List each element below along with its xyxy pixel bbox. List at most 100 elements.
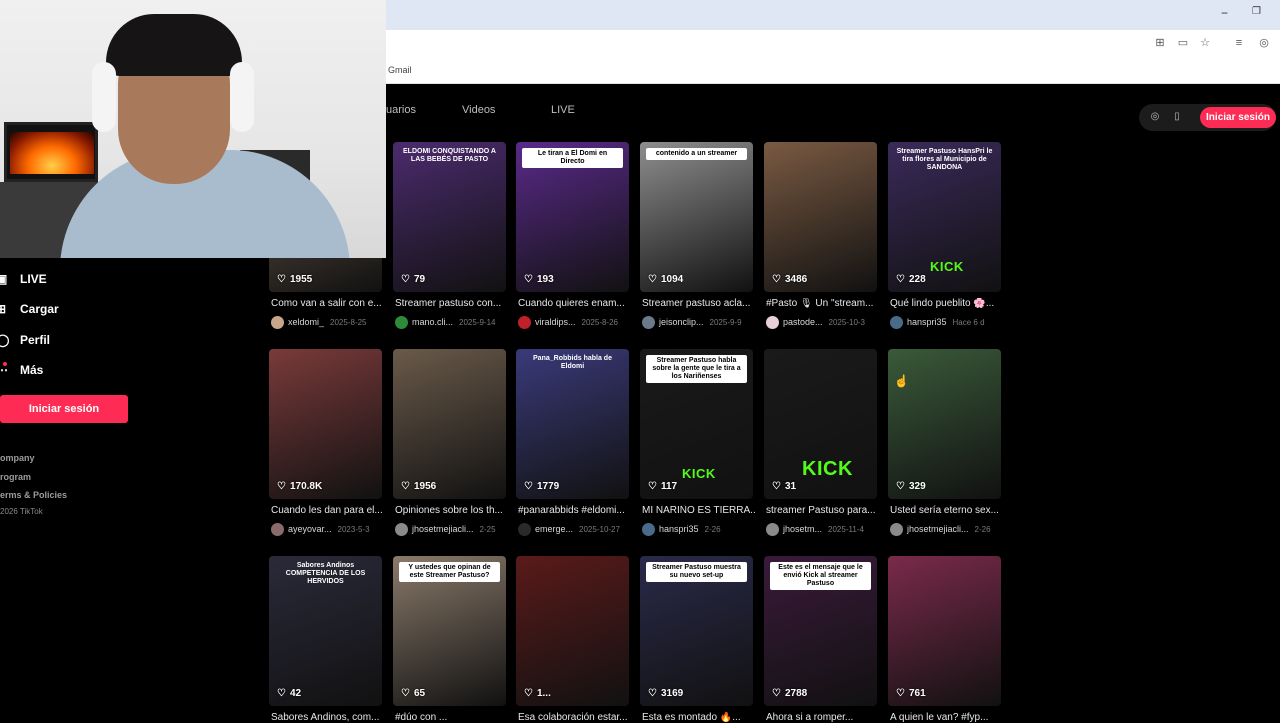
avatar[interactable]: [890, 522, 903, 536]
coin-icon[interactable]: ◎: [1148, 110, 1162, 124]
thumbnail-caption: Le tiran a El Domi en Directo: [522, 148, 623, 169]
video-title[interactable]: Como van a salir con e...: [271, 298, 384, 309]
sidebar-item-label: Más: [20, 363, 44, 377]
video-thumbnail[interactable]: [888, 556, 1001, 706]
video-thumbnail[interactable]: [393, 349, 506, 499]
like-value: 1956: [413, 481, 437, 492]
sidebar-item-live[interactable]: ▣ LIVE: [0, 269, 47, 289]
avatar[interactable]: [766, 315, 779, 329]
video-title[interactable]: Cuando les dan para el...: [271, 505, 384, 516]
video-title[interactable]: MI NARIÑO ES TIERRA...: [642, 505, 755, 516]
video-title[interactable]: Esta es montado 🔥...: [642, 712, 755, 723]
avatar[interactable]: [518, 315, 531, 329]
video-thumbnail[interactable]: [764, 142, 877, 292]
like-count: ♡ 3486: [772, 274, 807, 285]
avatar[interactable]: [518, 522, 531, 536]
video-thumbnail[interactable]: Streamer Pastuso habla sobre la gente qu…: [640, 349, 753, 499]
translate-icon[interactable]: ⊞: [1153, 36, 1167, 50]
sidebar-item-upload[interactable]: ⊞ Cargar: [0, 299, 59, 319]
video-title[interactable]: Esa colaboración estar...: [518, 712, 631, 723]
sidebar-login-button[interactable]: Iniciar sesión: [0, 395, 128, 423]
tab-users[interactable]: uarios: [386, 104, 416, 116]
footer-link-company[interactable]: ompany: [0, 453, 35, 463]
tab-videos[interactable]: Videos: [462, 104, 495, 116]
video-thumbnail[interactable]: [516, 556, 629, 706]
video-title[interactable]: #dúo con ...: [395, 712, 508, 723]
media-icon[interactable]: ≡: [1232, 36, 1246, 50]
avatar[interactable]: [642, 315, 655, 329]
video-title[interactable]: Streamer pastuso con...: [395, 298, 508, 309]
video-thumbnail[interactable]: [269, 349, 382, 499]
footer-link-terms[interactable]: erms & Policies: [0, 490, 67, 500]
cast-icon[interactable]: ▭: [1176, 36, 1190, 50]
video-thumbnail[interactable]: ELDOMI CONQUISTANDO A LAS BEBÉS DE PASTO: [393, 142, 506, 292]
author-name[interactable]: emerge...: [535, 524, 573, 534]
bookmark-gmail[interactable]: Gmail: [388, 65, 412, 75]
webcam-fireplace: [10, 132, 94, 174]
video-thumbnail[interactable]: Y ustedes que opinan de este Streamer Pa…: [393, 556, 506, 706]
video-thumbnail[interactable]: Streamer Pastuso HansPri le tira flores …: [888, 142, 1001, 292]
avatar[interactable]: [395, 315, 408, 329]
avatar[interactable]: [766, 522, 779, 536]
like-value: 1779: [536, 481, 560, 492]
video-meta: pastode... 2025-10-3: [766, 315, 879, 329]
webcam-overlay: [0, 0, 386, 258]
video-title[interactable]: Qué lindo pueblito 🌸...: [890, 298, 1003, 309]
tab-live[interactable]: LIVE: [551, 104, 575, 116]
post-date: 2025-10-3: [828, 317, 866, 327]
video-title[interactable]: Ahora si a romper...: [766, 712, 879, 723]
video-thumbnail[interactable]: Sabores Andinos COMPETENCIA DE LOS HERVI…: [269, 556, 382, 706]
footer-link-program[interactable]: rogram: [0, 472, 31, 482]
like-count: ♡ 1956: [401, 481, 436, 492]
video-title[interactable]: Streamer pastuso acla...: [642, 298, 755, 309]
author-name[interactable]: jhosetmejiacli...: [412, 524, 474, 534]
author-name[interactable]: jeisonclip...: [659, 317, 704, 327]
video-title[interactable]: streamer Pastuso para...: [766, 505, 879, 516]
bookmark-star-icon[interactable]: ☆: [1198, 36, 1212, 50]
video-title[interactable]: Sabores Andinos, com...: [271, 712, 384, 723]
heart-icon: ♡: [896, 274, 905, 285]
author-name[interactable]: hanspri35: [907, 317, 947, 327]
header-login-button[interactable]: Iniciar sesión: [1200, 107, 1276, 128]
webcam-headphone-right: [230, 62, 254, 132]
mobile-icon[interactable]: ▯: [1170, 110, 1184, 124]
video-title[interactable]: Cuando quieres enam...: [518, 298, 631, 309]
avatar[interactable]: [890, 315, 903, 329]
video-title[interactable]: A quien le van? #fyp...: [890, 712, 1003, 723]
avatar[interactable]: [271, 522, 284, 536]
author-name[interactable]: jhosetm...: [783, 524, 822, 534]
author-name[interactable]: hanspri35: [659, 524, 699, 534]
like-value: 228: [908, 274, 926, 285]
author-name[interactable]: ayeyovar...: [288, 524, 332, 534]
author-name[interactable]: mano.cli...: [412, 317, 453, 327]
video-title[interactable]: #panarabbids #eldomi...: [518, 505, 631, 516]
video-thumbnail[interactable]: Pana_Robbids habla de Eldomi: [516, 349, 629, 499]
like-value: 170.8K: [289, 481, 323, 492]
heart-icon: ♡: [401, 688, 410, 699]
restore-button[interactable]: ❐: [1252, 6, 1261, 17]
avatar[interactable]: [395, 522, 408, 536]
thumbnail-caption: Streamer Pastuso habla sobre la gente qu…: [646, 355, 747, 384]
video-thumbnail[interactable]: Le tiran a El Domi en Directo: [516, 142, 629, 292]
author-name[interactable]: jhosetmejiacli...: [907, 524, 969, 534]
video-thumbnail[interactable]: KICK: [764, 349, 877, 499]
author-name[interactable]: viraldips...: [535, 317, 576, 327]
video-title[interactable]: Opiniones sobre los th...: [395, 505, 508, 516]
avatar[interactable]: [271, 315, 284, 329]
thumbnail-caption: Y ustedes que opinan de este Streamer Pa…: [399, 562, 500, 583]
video-title[interactable]: Usted sería eterno sex...: [890, 505, 1003, 516]
author-name[interactable]: xeldomi_: [288, 317, 324, 327]
video-thumbnail[interactable]: Streamer Pastuso muestra su nuevo set-up: [640, 556, 753, 706]
minimize-button[interactable]: −: [1221, 6, 1228, 20]
author-name[interactable]: pastode...: [783, 317, 823, 327]
video-thumbnail[interactable]: Este es el mensaje que le envió Kick al …: [764, 556, 877, 706]
heart-icon: ♡: [648, 688, 657, 699]
video-thumbnail[interactable]: [888, 349, 1001, 499]
video-title[interactable]: #Pasto 🎙 Un "stream...: [766, 298, 879, 309]
like-value: 3486: [784, 274, 808, 285]
profile-icon[interactable]: ◎: [1257, 36, 1271, 50]
video-thumbnail[interactable]: contenido a un streamer: [640, 142, 753, 292]
sidebar-item-profile[interactable]: ◯ Perfil: [0, 330, 50, 350]
avatar[interactable]: [642, 522, 655, 536]
heart-icon: ♡: [277, 274, 286, 285]
